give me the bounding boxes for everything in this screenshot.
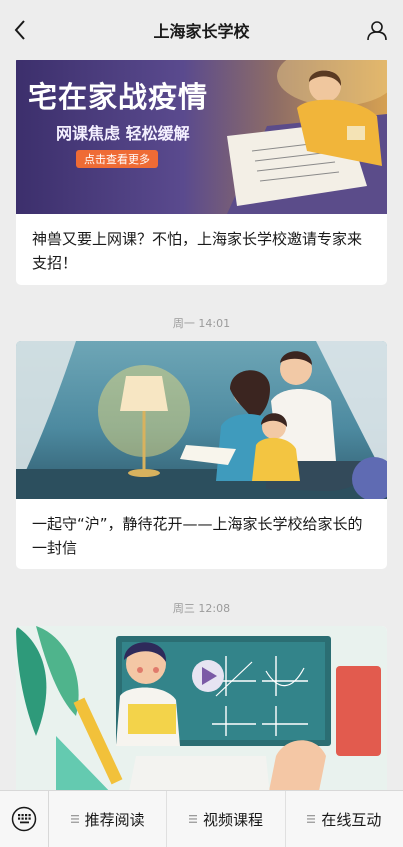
banner-subline: 网课焦虑 轻松缓解 xyxy=(56,124,190,143)
article-card[interactable] xyxy=(16,626,387,806)
keyboard-toggle-button[interactable] xyxy=(0,791,49,847)
article-card[interactable]: 宅在家战疫情 网课焦虑 轻松缓解 点击查看更多 神兽又要上网课？不怕，上海家长学… xyxy=(16,56,387,285)
article-banner xyxy=(16,626,387,806)
family-reading-illustration xyxy=(16,341,387,499)
banner-pill: 点击查看更多 xyxy=(76,150,158,168)
article-title: 神兽又要上网课？不怕，上海家长学校邀请专家来支招！ xyxy=(32,230,363,272)
menu-item-label: 在线互动 xyxy=(321,810,382,829)
article-card[interactable]: 一起守“沪”，静待花开——上海家长学校给家长的一封信 xyxy=(16,341,387,569)
menu-online-interaction[interactable]: 在线互动 xyxy=(286,791,403,847)
keyboard-icon xyxy=(11,806,37,832)
menu-lines-icon xyxy=(70,810,79,828)
article-banner: 宅在家战疫情 网课焦虑 轻松缓解 点击查看更多 xyxy=(16,56,387,214)
bottom-menu: 推荐阅读 视频课程 在线互动 xyxy=(0,790,403,847)
studying-child-illustration xyxy=(227,56,387,214)
menu-lines-icon xyxy=(188,810,197,828)
article-banner xyxy=(16,341,387,499)
menu-recommended-reading[interactable]: 推荐阅读 xyxy=(49,791,168,847)
timestamp: 周三 12:08 xyxy=(172,602,231,615)
menu-video-courses[interactable]: 视频课程 xyxy=(167,791,286,847)
page-title: 上海家长学校 xyxy=(153,22,250,41)
profile-button[interactable] xyxy=(365,18,389,42)
menu-item-label: 推荐阅读 xyxy=(84,810,145,829)
timestamp: 周一 14:01 xyxy=(172,317,231,330)
video-lesson-illustration xyxy=(16,626,381,806)
menu-item-label: 视频课程 xyxy=(202,810,263,829)
person-icon xyxy=(367,21,387,41)
banner-headline: 宅在家战疫情 xyxy=(28,80,209,114)
menu-lines-icon xyxy=(307,810,316,828)
header-bar: 上海家长学校 xyxy=(0,0,403,60)
article-title: 一起守“沪”，静待花开——上海家长学校给家长的一封信 xyxy=(32,515,363,557)
